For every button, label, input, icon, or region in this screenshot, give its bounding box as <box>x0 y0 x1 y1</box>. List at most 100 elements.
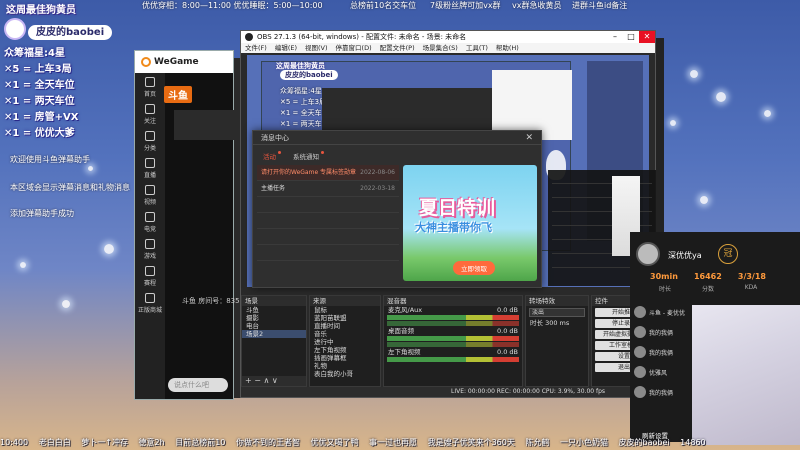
sidebar-item[interactable]: 游戏 <box>135 235 165 262</box>
obs-statusbar: LIVE: 00:00:00 REC: 00:00:00 CPU: 3.9%, … <box>241 387 657 397</box>
menu-item[interactable]: 停靠窗口(D) <box>336 43 372 53</box>
marquee-item: 陈允鹤 <box>525 438 550 447</box>
menu-item[interactable]: 文件(F) <box>245 43 267 53</box>
sidebar-item[interactable]: 赛程 <box>135 262 165 289</box>
source-item[interactable]: 蓝阳苗联盟 <box>310 314 380 322</box>
volume-meter <box>387 315 519 320</box>
sparkle <box>20 262 26 268</box>
menu-item[interactable]: 工具(T) <box>466 43 488 53</box>
promo-banner[interactable]: 夏日特训 大神主播带你飞 立即领取 <box>403 165 537 281</box>
user-card <box>174 110 240 140</box>
message-item-empty <box>257 213 399 229</box>
scene-item[interactable]: 电台 <box>242 322 306 330</box>
obs-title: OBS 27.1.3 (64-bit, windows) - 配置文件: 未命名… <box>257 33 467 41</box>
volume-slider[interactable] <box>387 342 519 347</box>
sparkle <box>700 196 708 204</box>
mixer-name: 左下角视频 <box>388 348 421 356</box>
hero-item[interactable]: 优雅风 <box>634 362 696 382</box>
reward-item: 众筹福星:4星 <box>4 48 65 59</box>
dialog-header: 消息中心 ✕ <box>253 131 541 145</box>
scene-item[interactable]: 斗鱼 <box>242 306 306 314</box>
ticker-item: 优优穿相：8:00—11:00 优优睡眠：5:00—10:00 <box>142 1 323 10</box>
hero-item[interactable]: 斗鱼 - 麦优优 <box>634 302 696 322</box>
mixer-channel: 桌面音频 0.0 dB <box>384 327 522 335</box>
unread-dot-icon <box>321 151 324 154</box>
tab-system[interactable]: 系统通知 <box>293 151 324 161</box>
player-name: 深优优ya <box>668 251 702 260</box>
scene-item[interactable]: 摄影 <box>242 314 306 322</box>
close-icon[interactable]: ✕ <box>525 131 533 145</box>
player-stats: 30min 16462 3/3/18 <box>650 272 766 281</box>
sidebar-item[interactable]: 分类 <box>135 127 165 154</box>
ticker-item: 7级粉丝牌可加vx群 <box>430 1 501 10</box>
source-item[interactable]: 进行中 <box>310 338 380 346</box>
tab-label: 系统通知 <box>293 153 319 161</box>
sidebar-item[interactable]: 首页 <box>135 73 165 100</box>
sidebar-item[interactable]: 视频 <box>135 181 165 208</box>
streamer-name-pill: 皮皮的baobei <box>28 25 113 40</box>
source-item[interactable]: 音乐 <box>310 330 380 338</box>
sidebar-item[interactable]: 电竞 <box>135 208 165 235</box>
mixer-dock: 混音器 麦克风/Aux 0.0 dB 桌面音频 0.0 dB 左下角视频 0.0… <box>383 295 523 387</box>
wegame-logo-icon <box>141 57 151 67</box>
scene-item[interactable]: 场景2 <box>242 330 306 338</box>
source-item[interactable]: 直播时间 <box>310 322 380 330</box>
duration-value[interactable]: 300 ms <box>545 319 569 327</box>
hero-item[interactable]: 我的我俩 <box>634 382 696 402</box>
dock-header: 场景 <box>242 296 306 306</box>
menu-item[interactable]: 场景集合(S) <box>423 43 458 53</box>
sparkle <box>62 300 70 308</box>
wegame-title: WeGame <box>154 57 199 67</box>
wegame-sidebar: 首页 关注 分类 直播 视频 电竞 游戏 赛程 正版商城 <box>135 73 165 399</box>
volume-slider[interactable] <box>387 321 519 326</box>
hero-item[interactable]: 我的我俩 <box>634 342 696 362</box>
ticker-item: vx群急收黄员 <box>512 1 562 10</box>
best-fan-banner: 这周最佳狗黄员 <box>6 5 76 16</box>
message-item[interactable]: 请打开你的WeGame 专属标签勋章 2022-08-06 <box>257 165 399 181</box>
stat-label: 时长 <box>658 286 671 293</box>
player-stat-labels: 时长 分数 KDA <box>650 284 766 293</box>
sparkle <box>764 110 771 117</box>
source-item[interactable]: 鼠标 <box>310 306 380 314</box>
marquee-item: 萝卜一↑冲存 <box>81 438 128 447</box>
maximize-icon[interactable]: □ <box>623 31 639 43</box>
hero-item[interactable]: 我的我俩 <box>634 322 696 342</box>
message-text: 主播任务 <box>261 185 286 192</box>
promo-claim-button[interactable]: 立即领取 <box>453 261 495 275</box>
unread-dot-icon <box>278 151 281 154</box>
source-item[interactable]: 插画弹幕框 <box>310 354 380 362</box>
chat-input[interactable]: 说点什么吧 <box>168 378 228 392</box>
message-item-empty <box>257 197 399 213</box>
scenes-dock: 场景 斗鱼 摄影 电台 场景2 + − ∧ ∨ <box>241 295 307 387</box>
transition-select[interactable]: 淡出 <box>529 308 585 317</box>
menu-item[interactable]: 配置文件(P) <box>380 43 415 53</box>
sidebar-item[interactable]: 关注 <box>135 100 165 127</box>
message-time: 2022-03-18 <box>360 185 395 192</box>
tab-activity[interactable]: 活动 <box>263 151 281 161</box>
source-item[interactable]: 礼物 <box>310 362 380 370</box>
menu-item[interactable]: 编辑(E) <box>275 43 297 53</box>
mixer-channel: 麦克风/Aux 0.0 dB <box>384 306 522 314</box>
duration-label: 时长 <box>530 319 543 327</box>
message-item[interactable]: 主播任务 2022-03-18 <box>257 181 399 197</box>
source-item[interactable]: 表白我的小哥 <box>310 370 380 378</box>
cat-avatar-icon <box>4 18 26 40</box>
sidebar-item[interactable]: 直播 <box>135 154 165 181</box>
sparkle <box>104 244 114 254</box>
close-icon[interactable]: ✕ <box>639 31 655 43</box>
minimize-icon[interactable]: – <box>607 31 623 43</box>
source-item[interactable]: 左下角视频 <box>310 346 380 354</box>
danmu-marquee: 10:400 老白白白 萝卜一↑冲存 德意2h 目前总榜前10 你做不到的王者智… <box>0 436 800 450</box>
tab-label: 活动 <box>263 153 276 161</box>
menu-item[interactable]: 帮助(H) <box>496 43 519 53</box>
menu-item[interactable]: 视图(V) <box>305 43 328 53</box>
message-time: 2022-08-06 <box>360 169 395 176</box>
marquee-item: 10:400 <box>0 438 29 447</box>
reward-item: ✕1 = 优优大爹 <box>4 128 75 139</box>
sparkle <box>690 70 698 78</box>
sparkle <box>716 92 726 102</box>
hero-avatar <box>634 366 646 378</box>
mixer-name: 桌面音频 <box>388 327 414 335</box>
sidebar-item[interactable]: 正版商城 <box>135 289 165 316</box>
dock-toolbar[interactable]: + − ∧ ∨ <box>242 376 306 386</box>
